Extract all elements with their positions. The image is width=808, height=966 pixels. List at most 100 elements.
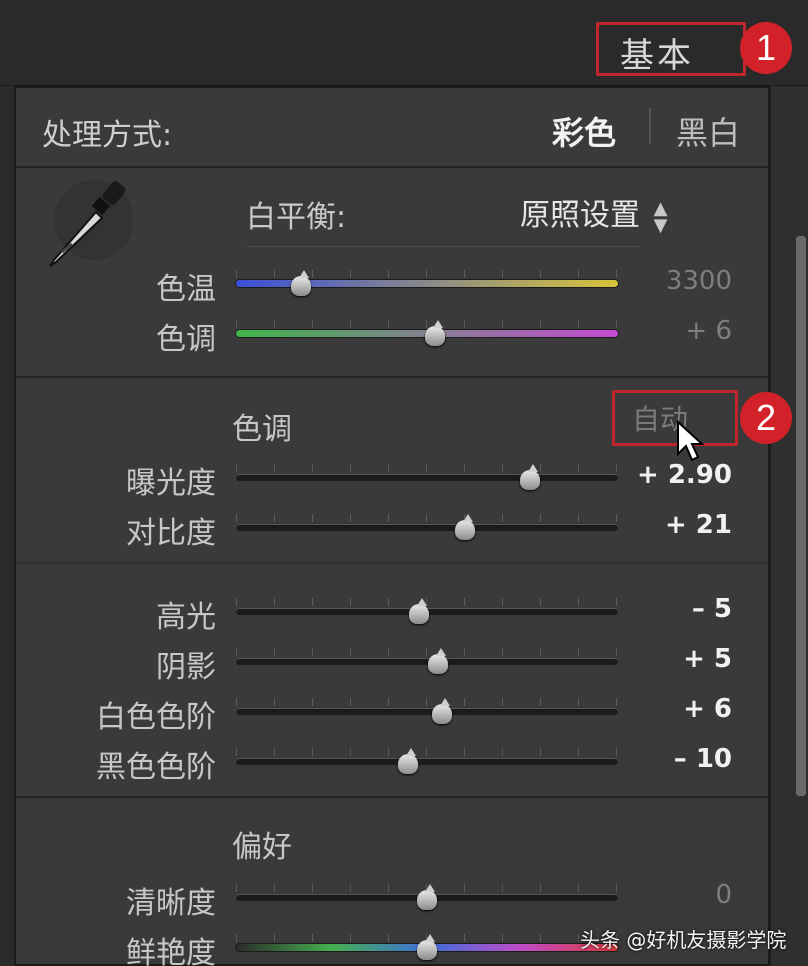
- slider-handle-contrast[interactable]: [452, 514, 478, 540]
- slider-tick: [388, 934, 389, 942]
- slider-ticks: [236, 698, 618, 708]
- slider-value-clarity[interactable]: 0: [622, 880, 732, 910]
- treatment-label: 处理方式:: [42, 118, 173, 153]
- slider-handle-whites[interactable]: [429, 698, 455, 724]
- slider-tick: [388, 320, 389, 328]
- slider-value-temp[interactable]: 3300: [622, 266, 732, 296]
- slider-tick: [578, 748, 579, 756]
- slider-value-whites[interactable]: + 6: [622, 694, 732, 724]
- treatment-divider: [649, 108, 651, 144]
- slider-handle-exposure[interactable]: [517, 464, 543, 490]
- slider-label-whites: 白色色阶: [96, 700, 216, 735]
- slider-tick: [464, 270, 465, 278]
- slider-tick: [274, 320, 275, 328]
- treatment-bw-option[interactable]: 黑白: [676, 108, 740, 154]
- treatment-color-option[interactable]: 彩色: [552, 108, 616, 154]
- slider-row-temp: 色温 3300: [16, 264, 768, 314]
- slider-tick: [236, 934, 237, 942]
- slider-tick: [236, 598, 237, 606]
- slider-tick: [236, 464, 237, 472]
- slider-value-blacks[interactable]: – 10: [622, 744, 732, 774]
- slider-tick: [578, 934, 579, 942]
- slider-tick: [388, 270, 389, 278]
- slider-tick: [312, 514, 313, 522]
- slider-track-exposure[interactable]: [236, 474, 618, 481]
- slider-tick: [426, 698, 427, 706]
- slider-tick: [274, 270, 275, 278]
- slider-tick: [502, 514, 503, 522]
- slider-tick: [502, 648, 503, 656]
- white-balance-preset-select[interactable]: 原照设置: [520, 190, 640, 234]
- slider-tick: [578, 648, 579, 656]
- slider-tick: [578, 884, 579, 892]
- slider-tick: [274, 698, 275, 706]
- slider-value-contrast[interactable]: + 21: [622, 510, 732, 540]
- slider-tick: [388, 884, 389, 892]
- slider-tick: [616, 884, 617, 892]
- slider-tick: [616, 598, 617, 606]
- slider-tick: [388, 748, 389, 756]
- slider-handle-shadows[interactable]: [425, 648, 451, 674]
- tone-section-header: 色调: [232, 412, 292, 447]
- slider-tick: [388, 464, 389, 472]
- slider-tick: [578, 320, 579, 328]
- slider-label-highlights: 高光: [156, 600, 216, 635]
- slider-value-highlights[interactable]: – 5: [622, 594, 732, 624]
- slider-label-temp: 色温: [156, 272, 216, 307]
- eyedropper-icon[interactable]: [42, 174, 132, 274]
- slider-handle-vibrance[interactable]: [414, 934, 440, 960]
- slider-tick: [350, 270, 351, 278]
- slider-value-tint[interactable]: + 6: [622, 316, 732, 346]
- slider-track-whites[interactable]: [236, 708, 618, 715]
- slider-handle-highlights[interactable]: [406, 598, 432, 624]
- slider-row-whites: 白色色阶 + 6: [16, 692, 768, 742]
- slider-tick: [540, 270, 541, 278]
- slider-tick: [502, 464, 503, 472]
- slider-tick: [540, 748, 541, 756]
- slider-tick: [502, 934, 503, 942]
- slider-tick: [616, 698, 617, 706]
- slider-tick: [388, 514, 389, 522]
- slider-tick: [540, 934, 541, 942]
- slider-tick: [426, 270, 427, 278]
- slider-handle-tint[interactable]: [422, 320, 448, 346]
- panel-scrollbar[interactable]: [770, 86, 808, 966]
- slider-tick: [540, 514, 541, 522]
- slider-label-clarity: 清晰度: [126, 886, 216, 921]
- slider-tick: [236, 270, 237, 278]
- slider-tick: [236, 748, 237, 756]
- select-arrows-icon[interactable]: ▲▼: [650, 198, 671, 232]
- slider-tick: [274, 748, 275, 756]
- mouse-pointer-icon: [677, 420, 704, 462]
- slider-label-contrast: 对比度: [126, 516, 216, 551]
- tone-divider: [16, 562, 768, 564]
- slider-tick: [274, 514, 275, 522]
- slider-tick: [350, 934, 351, 942]
- white-balance-label: 白平衡:: [246, 200, 347, 235]
- slider-value-shadows[interactable]: + 5: [622, 644, 732, 674]
- slider-tick: [350, 598, 351, 606]
- slider-tick: [616, 514, 617, 522]
- scrollbar-thumb[interactable]: [796, 236, 806, 796]
- slider-tick: [578, 598, 579, 606]
- slider-handle-temp[interactable]: [288, 270, 314, 296]
- slider-tick: [464, 464, 465, 472]
- slider-tick: [464, 320, 465, 328]
- slider-tick: [616, 270, 617, 278]
- panel-header[interactable]: 基本 1: [0, 0, 808, 86]
- slider-tick: [312, 748, 313, 756]
- slider-tick: [578, 514, 579, 522]
- slider-tick: [578, 698, 579, 706]
- slider-row-blacks: 黑色色阶 – 10: [16, 742, 768, 792]
- presence-section-header: 偏好: [232, 830, 292, 865]
- slider-label-shadows: 阴影: [156, 650, 216, 685]
- slider-row-shadows: 阴影 + 5: [16, 642, 768, 692]
- slider-tick: [274, 598, 275, 606]
- slider-tick: [274, 648, 275, 656]
- slider-track-blacks[interactable]: [236, 758, 618, 765]
- slider-handle-blacks[interactable]: [395, 748, 421, 774]
- slider-tick: [502, 748, 503, 756]
- slider-tick: [388, 648, 389, 656]
- slider-handle-clarity[interactable]: [414, 884, 440, 910]
- slider-track-contrast[interactable]: [236, 524, 618, 531]
